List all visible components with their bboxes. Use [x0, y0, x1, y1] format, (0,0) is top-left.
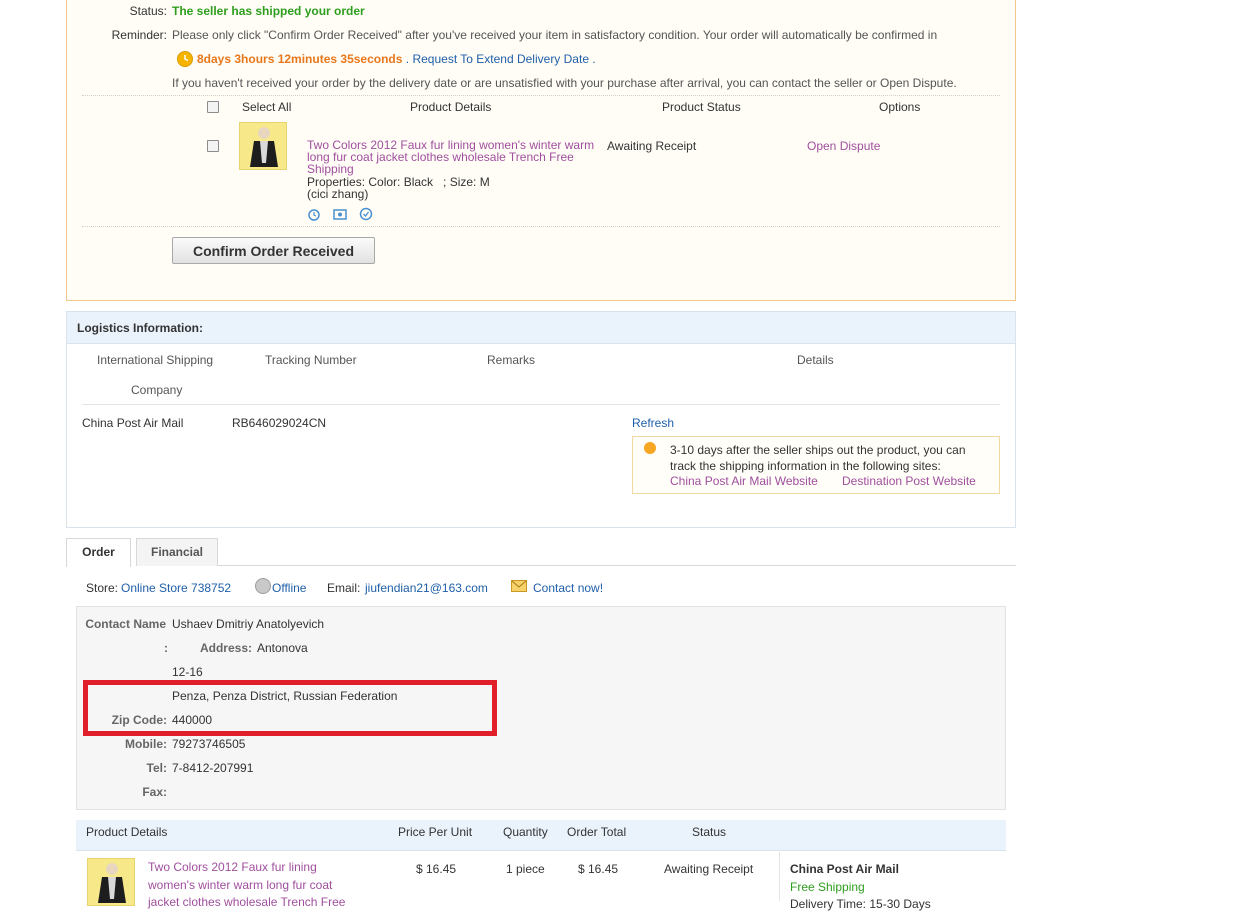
- product-title-line-1[interactable]: Two Colors 2012 Faux fur lining: [148, 860, 317, 874]
- product-thumbnail[interactable]: [87, 858, 135, 906]
- mail-icon[interactable]: [511, 580, 527, 592]
- col-product-details: Product Details: [410, 100, 492, 114]
- tel: 7-8412-207991: [172, 761, 254, 775]
- tip-text: 3-10 days after the seller ships out the…: [670, 443, 966, 473]
- status-value: The seller has shipped your order: [172, 4, 365, 18]
- reminder-label: Reminder:: [111, 28, 167, 42]
- clock-icon: [177, 51, 193, 67]
- mobile-label: Mobile:: [125, 737, 167, 751]
- item-buyer: (cici zhang): [307, 187, 369, 201]
- tab-underline: [218, 565, 1016, 566]
- address-line-1: Antonova: [257, 641, 308, 655]
- address-label: Address:: [199, 641, 252, 655]
- reminder-text: Please only click "Confirm Order Receive…: [172, 28, 938, 42]
- fax-label: Fax:: [142, 785, 167, 799]
- col-remarks: Remarks: [487, 353, 536, 367]
- address-line-2: 12-16: [172, 665, 203, 679]
- lightbulb-icon: [644, 442, 656, 454]
- th-price-per-unit: Price Per Unit: [398, 825, 473, 839]
- order-status-panel: Status: The seller has shipped your orde…: [66, 0, 1016, 301]
- th-quantity: Quantity: [503, 825, 548, 839]
- countdown-timer: 8days 3hours 12minutes 35seconds: [197, 52, 403, 66]
- tab-financial[interactable]: Financial: [136, 538, 218, 566]
- order-total: $ 16.45: [578, 862, 619, 876]
- contact-now-link[interactable]: Contact now!: [533, 581, 603, 595]
- seller-email-link[interactable]: jiufendian21@163.com: [365, 581, 488, 595]
- th-product-details: Product Details: [86, 825, 168, 839]
- col-tracking-number: Tracking Number: [265, 353, 357, 367]
- countdown-line: 8days 3hours 12minutes 35seconds . Reque…: [197, 52, 596, 66]
- logistics-title: Logistics Information:: [67, 312, 1015, 344]
- confirm-order-received-button[interactable]: Confirm Order Received: [172, 237, 375, 264]
- extend-delivery-link[interactable]: Request To Extend Delivery Date: [412, 52, 589, 66]
- divider: [82, 95, 1000, 96]
- delivery-time: Delivery Time: 15-30 Days: [790, 897, 931, 911]
- refresh-check-icon[interactable]: [359, 207, 373, 221]
- product-table-header: Product Details Price Per Unit Quantity …: [76, 820, 1006, 851]
- carrier-name: China Post Air Mail: [790, 862, 899, 876]
- logistics-panel: Logistics Information: International Shi…: [66, 311, 1016, 528]
- tracking-tip-box: 3-10 days after the seller ships out the…: [632, 436, 1000, 494]
- alarm-icon[interactable]: [307, 207, 321, 221]
- mobile: 79273746505: [172, 737, 246, 751]
- open-dispute-link[interactable]: Open Dispute: [807, 139, 880, 153]
- col-product-status: Product Status: [662, 100, 741, 114]
- email-label: Email:: [327, 581, 361, 595]
- contact-name: Ushaev Dmitriy Anatolyevich: [172, 617, 325, 631]
- store-name-link[interactable]: Online Store 738752: [121, 581, 231, 595]
- tel-label: Tel:: [146, 761, 167, 775]
- item-checkbox[interactable]: [207, 140, 219, 152]
- select-all-checkbox[interactable]: [207, 101, 219, 113]
- quantity: 1 piece: [506, 862, 545, 876]
- china-post-website-link[interactable]: China Post Air Mail Website: [670, 474, 818, 488]
- col-options: Options: [879, 100, 921, 114]
- product-title-line-3[interactable]: jacket clothes wholesale Trench Free: [148, 895, 345, 909]
- store-label: Store:: [86, 581, 119, 595]
- col-shipping-company: International Shipping: [97, 353, 214, 367]
- highlight-annotation-box: [83, 680, 497, 736]
- contact-name-label: Contact Name: [85, 617, 166, 631]
- tab-order[interactable]: Order: [66, 538, 131, 567]
- online-status-link[interactable]: Offline: [272, 581, 306, 595]
- column-divider: [779, 852, 780, 901]
- th-status: Status: [692, 825, 727, 839]
- refresh-link[interactable]: Refresh: [632, 416, 674, 430]
- row-status: Awaiting Receipt: [664, 862, 754, 876]
- shipping-company: China Post Air Mail: [82, 416, 184, 430]
- extend-suffix: .: [589, 52, 596, 66]
- item-title-link[interactable]: Two Colors 2012 Faux fur lining women's …: [307, 139, 597, 175]
- product-title-line-2[interactable]: women's winter warm long fur coat: [148, 878, 332, 892]
- select-all-label: Select All: [242, 100, 292, 114]
- dispute-note: If you haven't received your order by th…: [172, 76, 957, 90]
- divider: [82, 226, 1000, 227]
- col-details: Details: [797, 353, 834, 367]
- snapshot-icon[interactable]: [333, 207, 347, 221]
- product-thumbnail[interactable]: [239, 122, 287, 170]
- item-status: Awaiting Receipt: [607, 139, 697, 153]
- tracking-number: RB646029024CN: [232, 416, 327, 430]
- contact-name-colon: :: [164, 641, 168, 655]
- free-shipping-label: Free Shipping: [790, 880, 865, 894]
- destination-post-website-link[interactable]: Destination Post Website: [842, 474, 976, 488]
- countdown-suffix: .: [402, 52, 413, 66]
- price-per-unit: $ 16.45: [416, 862, 457, 876]
- th-order-total: Order Total: [567, 825, 627, 839]
- offline-status-icon: [255, 578, 271, 594]
- col-shipping-company-2: Company: [131, 383, 183, 397]
- status-label: Status:: [129, 4, 167, 18]
- divider: [82, 404, 1000, 405]
